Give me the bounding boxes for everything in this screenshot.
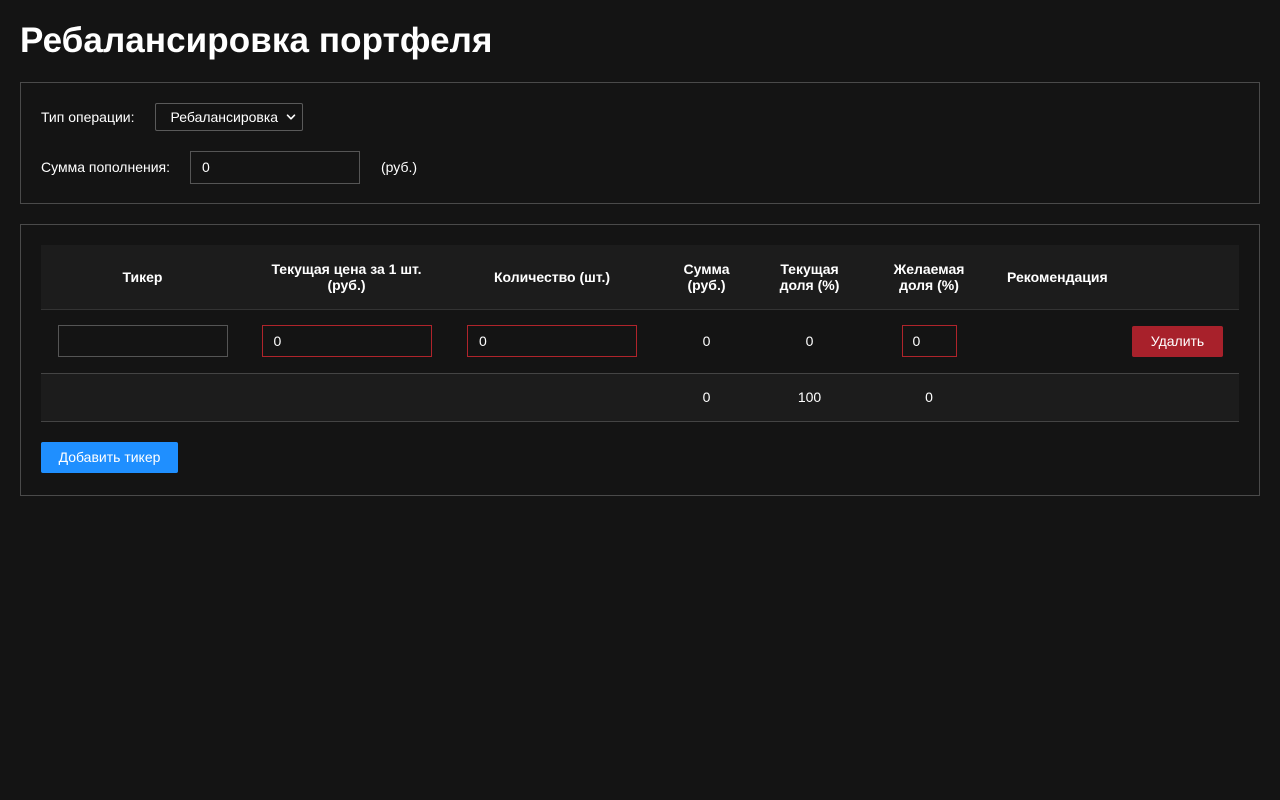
ticker-cell [41, 309, 244, 373]
delete-button[interactable]: Удалить [1132, 325, 1223, 357]
deposit-input[interactable] [190, 150, 361, 184]
quantity-cell [449, 309, 655, 373]
price-input[interactable] [261, 325, 432, 357]
table-row: 0 0 Удалить [41, 309, 1239, 373]
header-recommendation: Рекомендация [1007, 268, 1108, 285]
quantity-input[interactable] [467, 325, 637, 357]
actions-cell: Удалить [1107, 309, 1239, 373]
portfolio-table: Тикер Текущая цена за 1 шт. (руб.) Колич… [41, 245, 1239, 422]
settings-panel: Тип операции: Ребалансировка Сумма попол… [20, 82, 1260, 204]
header-price: Текущая цена за 1 шт. (руб.) [271, 260, 422, 293]
recommendation-value [997, 309, 1107, 373]
current-share-value: 0 [805, 333, 814, 349]
header-actions [1107, 245, 1239, 309]
header-sum: Сумма (руб.) [683, 260, 730, 293]
header-quantity: Количество (шт.) [494, 268, 610, 285]
operation-type-select[interactable]: Ребалансировка [154, 103, 303, 131]
desired-share-input[interactable] [901, 325, 957, 357]
portfolio-panel: Тикер Текущая цена за 1 шт. (руб.) Колич… [20, 224, 1260, 496]
deposit-unit: (руб.) [381, 159, 418, 175]
total-current-share: 100 [797, 389, 822, 405]
sum-value: 0 [702, 333, 711, 349]
operation-type-row: Тип операции: Ребалансировка [41, 103, 303, 131]
header-current-share: Текущая доля (%) [779, 260, 840, 293]
operation-type-label: Тип операции: [41, 109, 135, 125]
page-title: Ребалансировка портфеля [20, 21, 493, 60]
totals-row: 0 100 0 [41, 373, 1239, 421]
add-ticker-button[interactable]: Добавить тикер [41, 441, 178, 473]
total-sum: 0 [702, 389, 711, 405]
deposit-label: Сумма пополнения: [41, 159, 171, 175]
deposit-row: Сумма пополнения: (руб.) [41, 150, 417, 184]
page: Ребалансировка портфеля Тип операции: Ре… [0, 0, 1280, 496]
desired-share-cell [861, 309, 997, 373]
header-desired-share: Желаемая доля (%) [893, 260, 965, 293]
ticker-input[interactable] [57, 325, 228, 357]
table-header-row: Тикер Текущая цена за 1 шт. (руб.) Колич… [41, 245, 1239, 309]
operation-type-value: Ребалансировка [170, 109, 279, 125]
header-ticker: Тикер [122, 268, 163, 285]
chevron-down-icon [286, 114, 295, 120]
total-desired-share: 0 [925, 389, 933, 405]
price-cell [244, 309, 449, 373]
